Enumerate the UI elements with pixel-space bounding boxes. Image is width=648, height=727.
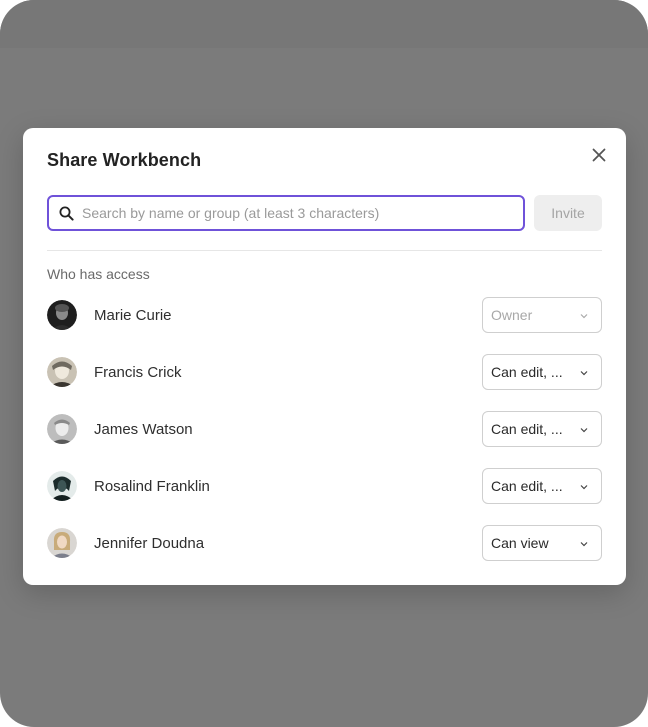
backdrop-top-band: [0, 0, 648, 48]
access-row: James Watson Can edit, ...: [47, 411, 602, 447]
role-select: Owner: [482, 297, 602, 333]
access-row: Rosalind Franklin Can edit, ...: [47, 468, 602, 504]
dialog-title: Share Workbench: [47, 150, 202, 170]
person-name: Francis Crick: [94, 364, 182, 381]
avatar: [47, 471, 77, 501]
person-name: James Watson: [94, 421, 193, 438]
role-value: Can view: [491, 535, 549, 551]
invite-button[interactable]: Invite: [534, 195, 602, 231]
role-value: Owner: [491, 307, 533, 323]
role-value: Can edit, ...: [491, 421, 563, 437]
search-icon: [58, 205, 74, 221]
chevron-down-icon: [580, 371, 588, 376]
access-row: Marie Curie Owner: [47, 297, 602, 333]
avatar: [47, 528, 77, 558]
access-row: Francis Crick Can edit, ...: [47, 354, 602, 390]
share-dialog: Share Workbench Invite Who has access: [23, 128, 626, 585]
role-select[interactable]: Can view: [482, 525, 602, 561]
divider: [47, 250, 602, 251]
search-field[interactable]: [47, 195, 525, 231]
avatar: [47, 357, 77, 387]
avatar: [47, 300, 77, 330]
chevron-down-icon: [580, 485, 588, 490]
app-frame: Share Workbench Invite Who has access: [0, 0, 648, 727]
role-select[interactable]: Can edit, ...: [482, 354, 602, 390]
role-select[interactable]: Can edit, ...: [482, 468, 602, 504]
chevron-down-icon: [580, 314, 588, 319]
access-row: Jennifer Doudna Can view: [47, 525, 602, 561]
search-input[interactable]: [82, 205, 502, 221]
close-button[interactable]: [589, 145, 609, 165]
chevron-down-icon: [580, 428, 588, 433]
person-name: Marie Curie: [94, 307, 172, 324]
section-label-access: Who has access: [47, 266, 150, 282]
role-value: Can edit, ...: [491, 478, 563, 494]
person-name: Rosalind Franklin: [94, 478, 210, 495]
close-icon: [592, 148, 606, 162]
role-select[interactable]: Can edit, ...: [482, 411, 602, 447]
person-name: Jennifer Doudna: [94, 535, 205, 552]
role-value: Can edit, ...: [491, 364, 563, 380]
avatar: [47, 414, 77, 444]
chevron-down-icon: [580, 542, 588, 547]
